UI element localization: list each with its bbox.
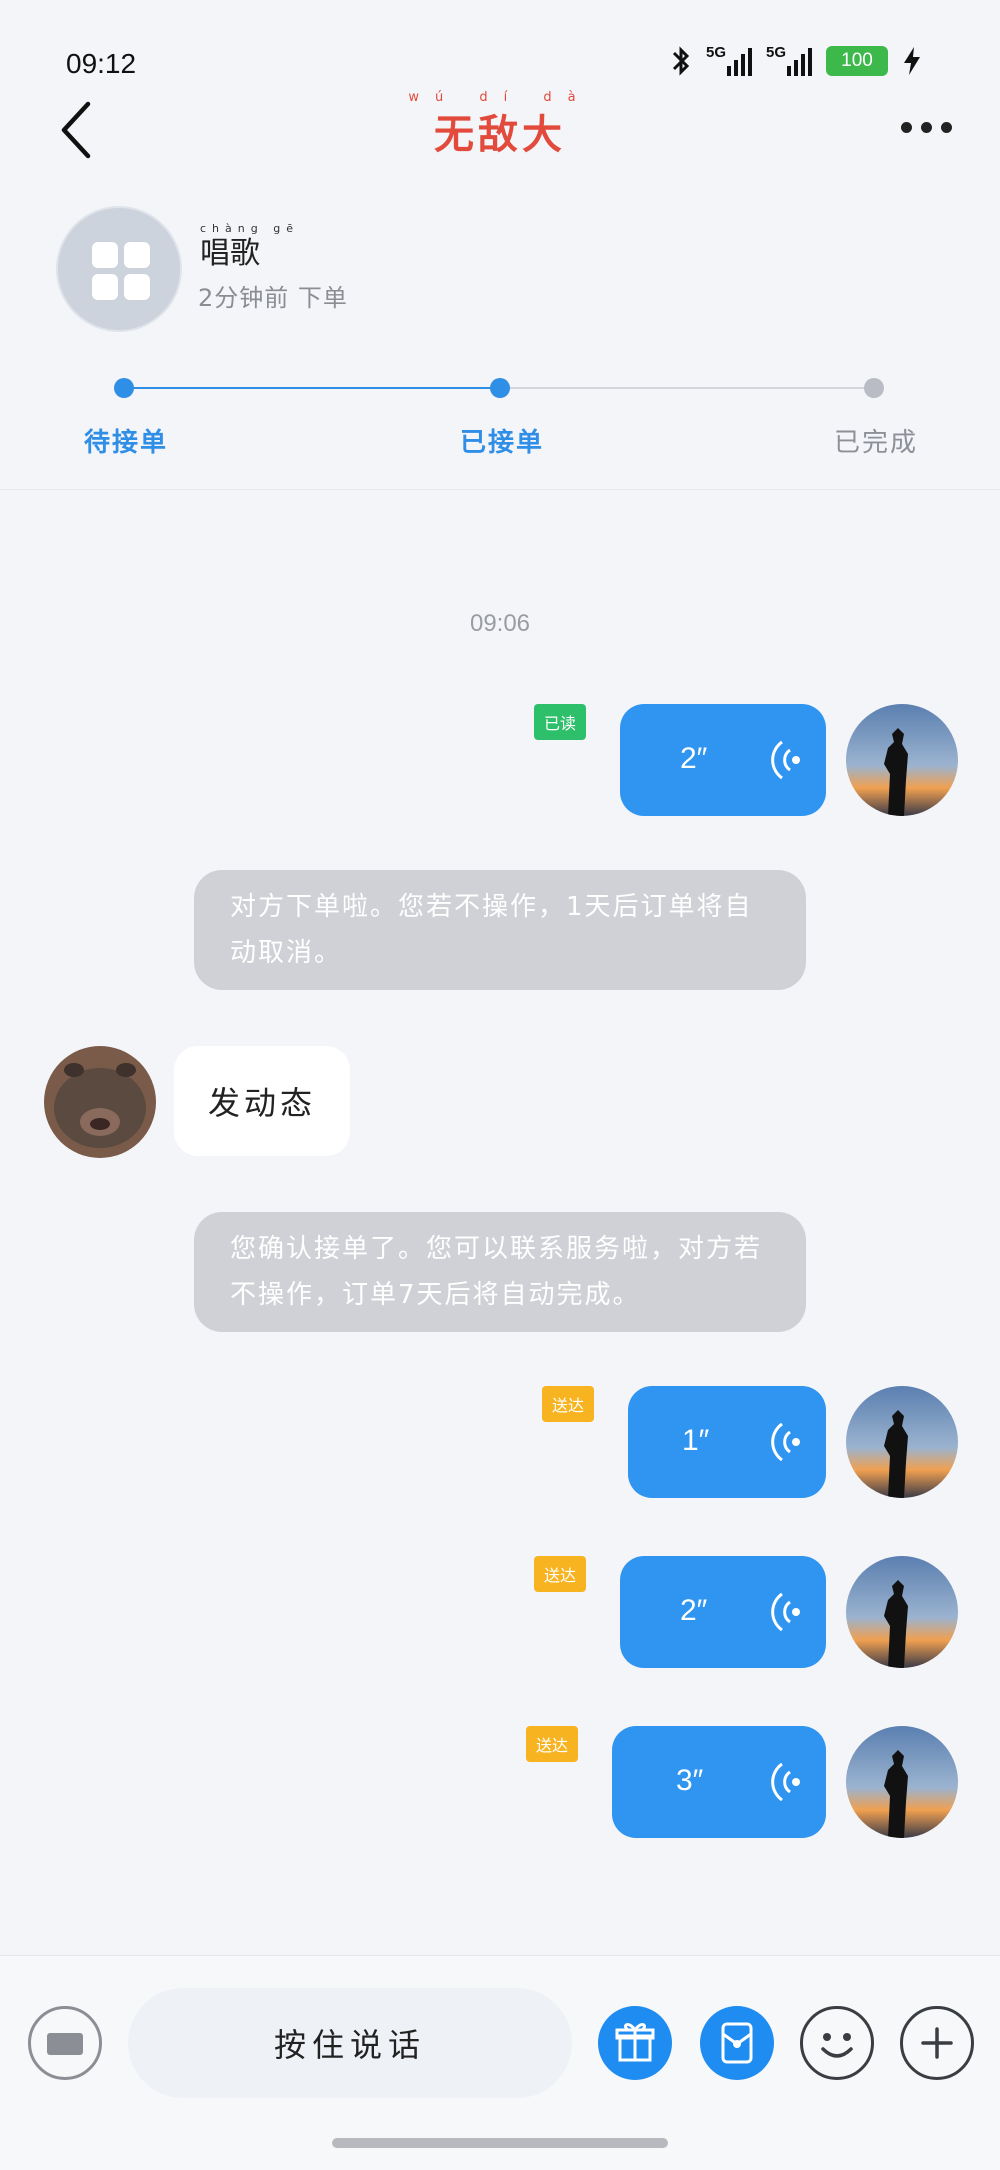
avatar-self-3[interactable] [846,1556,958,1668]
chat-timestamp: 09:06 [469,610,531,637]
voice-message-bubble-4[interactable]: 3″ [612,1726,826,1838]
voice-duration-4: 3″ [676,1764,704,1797]
bluetooth-icon [672,46,690,76]
network-label: 5G [706,44,727,61]
red-packet-icon[interactable] [700,2006,774,2080]
step-dot-2 [490,378,510,398]
voice-wave-icon-2 [771,1422,800,1462]
step-label-1: 待接单 [84,428,169,458]
voice-duration-2: 1″ [682,1424,710,1457]
progress-line-done [124,387,500,389]
order-name: 唱歌 [200,236,260,271]
gift-icon[interactable] [598,2006,672,2080]
voice-duration-3: 2″ [680,1594,708,1627]
avatar-self-4[interactable] [846,1726,958,1838]
voice-wave-icon-4 [771,1762,800,1802]
order-time: 2分钟前 下单 [198,284,348,312]
status-time: 09:12 [66,48,137,79]
charging-icon [904,47,920,75]
avatar-self-2[interactable] [846,1386,958,1498]
keyboard-icon[interactable] [28,2006,102,2080]
step-label-2: 已接单 [460,428,545,458]
step-label-3: 已完成 [834,428,919,458]
order-progress: 待接单 已接单 已完成 [0,370,1000,470]
page-title: 无敌大 [434,112,566,158]
avatar-self[interactable] [846,704,958,816]
network-label-2: 5G [766,44,787,61]
sent-status-badge-2: 送达 [534,1556,587,1592]
sunset-silhouette-avatar-3 [846,1556,958,1668]
text-message-bubble[interactable]: 发动态 [174,1046,351,1156]
chat-area[interactable]: 09:06 已读 2″ 对方下单啦。您若不操作，1天后订单将自动取消。 发动态 [0,490,1000,1955]
system-message: 对方下单啦。您若不操作，1天后订单将自动取消。 [194,870,806,990]
voice-message-bubble[interactable]: 2″ [620,704,826,816]
voice-wave-icon [771,740,800,780]
voice-wave-icon-3 [771,1592,800,1632]
step-dot-3 [864,378,884,398]
signal-icon: 5G [706,44,752,78]
voice-message-bubble-2[interactable]: 1″ [628,1386,826,1498]
sunset-silhouette-avatar [846,704,958,816]
emoji-icon[interactable] [800,2006,874,2080]
order-header: chàng gē 唱歌 2分钟前 下单 待接单 已接单 已完成 [0,200,1000,490]
status-bar: 09:12 5G 5G 100 [0,0,1000,100]
voice-message-bubble-3[interactable]: 2″ [620,1556,826,1668]
more-dots-icon[interactable] [901,122,952,133]
title-bar: wú dí dà 无敌大 [0,90,1000,200]
sent-status-badge-3: 送达 [526,1726,579,1762]
status-icons: 5G 5G 100 [670,44,922,78]
plus-icon[interactable] [900,2006,974,2080]
order-thumbnail [56,206,182,332]
system-message-2: 您确认接单了。您可以联系服务啦，对方若不操作，订单7天后将自动完成。 [194,1212,806,1332]
step-dot-1 [114,378,134,398]
hold-to-talk-button[interactable]: 按住说话 [128,1988,572,2098]
progress-line-pending [500,387,874,389]
home-indicator[interactable] [332,2138,668,2148]
signal-icon-2: 5G [766,44,812,78]
read-status-badge: 已读 [534,704,587,740]
apps-grid-icon [92,242,150,300]
hippo-avatar [44,1046,156,1158]
sunset-silhouette-avatar-4 [846,1726,958,1838]
battery-icon: 100 [826,46,888,76]
voice-duration: 2″ [680,742,708,775]
sent-status-badge: 送达 [542,1386,595,1422]
sunset-silhouette-avatar-2 [846,1386,958,1498]
avatar-other[interactable] [44,1046,156,1158]
